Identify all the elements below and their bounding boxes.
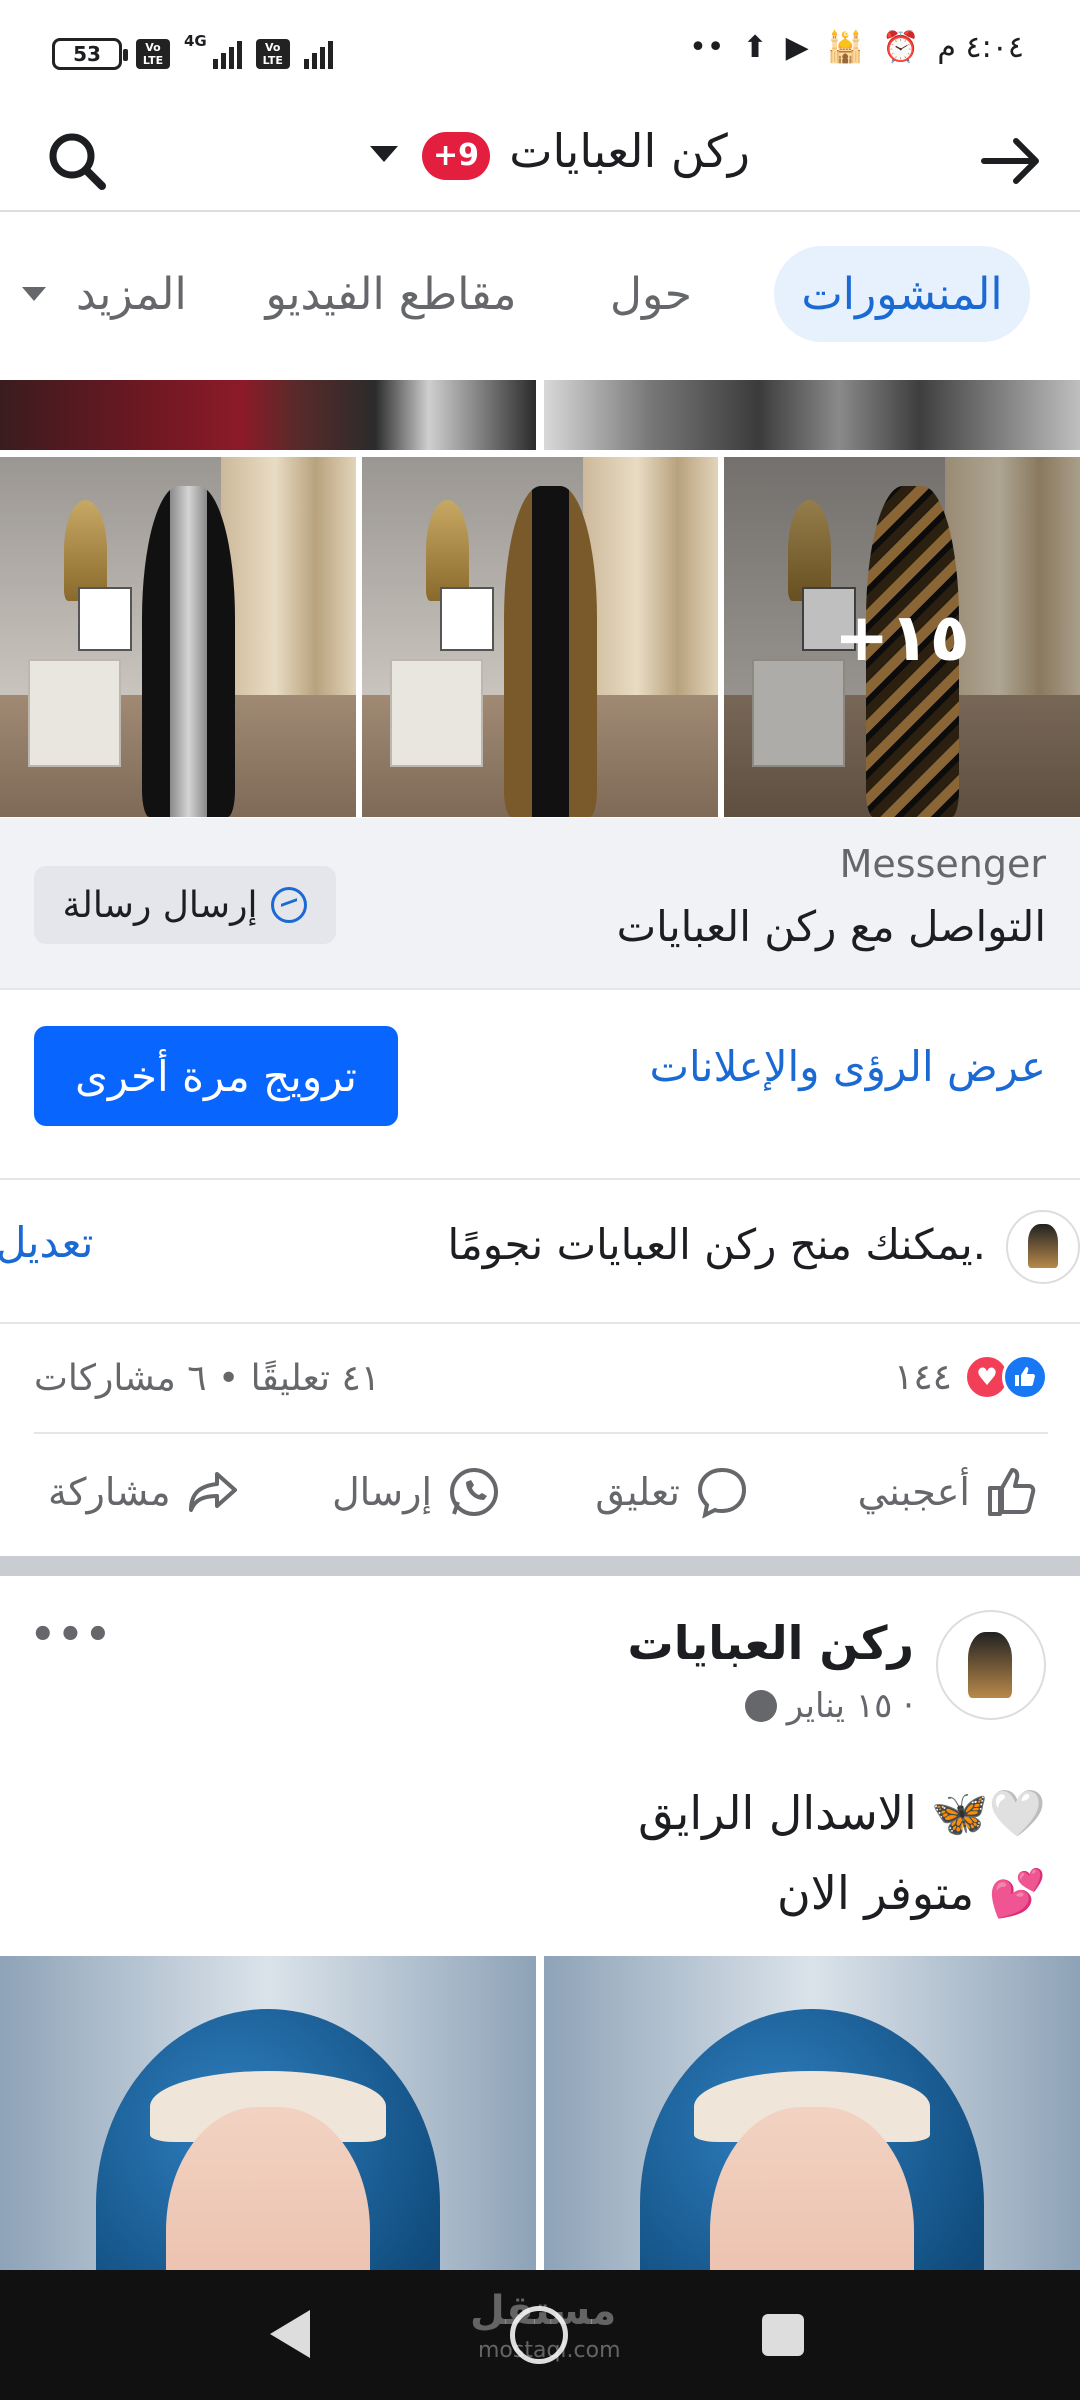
tab-posts[interactable]: المنشورات <box>774 246 1030 342</box>
clock: ٤:٠٤ م <box>937 30 1024 65</box>
signal-icon <box>212 39 242 69</box>
volte-icon: Vo LTE <box>136 39 170 69</box>
whatsapp-icon <box>450 1468 498 1516</box>
like-label: أعجبني <box>857 1470 970 1514</box>
post-photo[interactable] <box>0 380 536 450</box>
comments-shares-count[interactable]: ٤١ تعليقًا • ٦ مشاركات <box>34 1358 380 1399</box>
post-author-avatar[interactable] <box>936 1610 1046 1720</box>
messenger-subtitle: التواصل مع ركن العبايات <box>616 902 1046 951</box>
status-right: •• ⬆ ▶ 🕌 ⏰ ٤:٠٤ م <box>689 30 1024 65</box>
battery-indicator: 53 <box>52 38 128 70</box>
page-header: ركن العبايات +9 <box>0 110 1080 212</box>
page-tabs: المنشورات حول مقاطع الفيديو المزيد <box>0 214 1080 380</box>
like-icon <box>988 1468 1036 1516</box>
post-date-text: ١٥ يناير · <box>786 1686 914 1726</box>
tab-more-label: المزيد <box>76 268 187 320</box>
status-bar: 53 Vo LTE 4G Vo LTE •• ⬆ ▶ 🕌 ⏰ ٤:٠٤ م <box>0 0 1080 110</box>
like-button[interactable]: أعجبني <box>858 1464 1040 1520</box>
post-photo[interactable] <box>544 380 1080 450</box>
comment-button[interactable]: تعليق <box>595 1464 750 1520</box>
tab-videos[interactable]: مقاطع الفيديو <box>246 246 536 342</box>
send-message-button[interactable]: إرسال رسالة <box>34 866 336 944</box>
globe-icon <box>744 1690 777 1722</box>
post-author-name[interactable]: ركن العبايات <box>628 1616 914 1670</box>
mosque-icon: 🕌 <box>826 30 865 65</box>
more-photos-count: +١٥ <box>724 457 1080 817</box>
share-label: مشاركة <box>48 1470 171 1514</box>
network-type: 4G <box>184 32 207 50</box>
tab-about[interactable]: حول <box>586 246 716 342</box>
comment-icon <box>697 1467 747 1519</box>
photo-strip-top <box>0 380 1080 450</box>
whatsapp-send-button[interactable]: إرسال <box>332 1464 502 1520</box>
post-photo[interactable]: +١٥ <box>724 457 1080 817</box>
reactions-summary: ♥ ١٤٤ ٤١ تعليقًا • ٦ مشاركات <box>34 1324 1048 1434</box>
nav-recents-icon[interactable] <box>762 2314 804 2356</box>
edit-stars-link[interactable]: تعديل <box>0 1218 94 1267</box>
feed-divider <box>0 1556 1080 1576</box>
boost-again-button[interactable]: ترويج مرة أخرى <box>34 1026 398 1126</box>
tab-more[interactable]: المزيد <box>22 246 202 342</box>
post-photo[interactable] <box>0 457 356 817</box>
reaction-count: ١٤٤ <box>893 1356 952 1398</box>
like-reaction-icon <box>1002 1354 1048 1400</box>
reaction-icons[interactable]: ♥ ١٤٤ <box>894 1354 1048 1400</box>
post-menu-icon[interactable]: ••• <box>30 1612 113 1658</box>
volte-icon-2: Vo LTE <box>255 39 290 69</box>
system-nav-bar: مستقل mostaql.com <box>0 2270 1080 2400</box>
watermark: مستقل <box>470 2288 617 2334</box>
post-date[interactable]: ١٥ يناير · <box>744 1686 914 1726</box>
play-icon: ▶ <box>785 30 809 65</box>
insights-row: عرض الرؤى والإعلانات ترويج مرة أخرى <box>0 990 1080 1180</box>
send-label: إرسال <box>332 1470 432 1514</box>
search-icon[interactable] <box>44 128 110 194</box>
post-photo[interactable] <box>362 457 718 817</box>
share-icon <box>188 1472 237 1512</box>
back-arrow-icon[interactable] <box>976 126 1046 196</box>
status-left: 53 Vo LTE 4G Vo LTE <box>52 32 333 70</box>
alarm-icon: ⏰ <box>882 30 920 65</box>
messenger-section: Messenger التواصل مع ركن العبايات إرسال … <box>0 818 1080 990</box>
stars-row: يمكنك منح ركن العبايات نجومًا. تعديل <box>0 1180 1080 1324</box>
page-title[interactable]: ركن العبايات <box>509 124 750 178</box>
view-insights-link[interactable]: عرض الرؤى والإعلانات <box>649 1042 1046 1091</box>
chevron-down-icon[interactable] <box>370 146 398 162</box>
photo-grid: +١٥ <box>0 457 1080 817</box>
messenger-icon <box>271 887 308 923</box>
dropdown-caret-icon <box>22 287 46 301</box>
nav-back-icon[interactable] <box>270 2310 310 2358</box>
post-text-line: الاسدال الرايق 🦋🤍 <box>638 1786 1046 1840</box>
overflow-dots-icon: •• <box>689 30 725 65</box>
signal-icon-2 <box>303 39 333 69</box>
page-avatar <box>1006 1210 1080 1284</box>
share-button[interactable]: مشاركة <box>48 1464 241 1520</box>
upload-icon: ⬆ <box>742 30 768 65</box>
send-message-label: إرسال رسالة <box>62 884 258 926</box>
comment-label: تعليق <box>595 1470 680 1514</box>
stars-prompt: يمكنك منح ركن العبايات نجومًا. <box>447 1220 986 1269</box>
post-text-line: متوفر الان 💕 <box>777 1866 1046 1920</box>
messenger-label: Messenger <box>839 842 1046 886</box>
notification-badge: +9 <box>422 132 491 180</box>
post-actions: أعجبني تعليق إرسال مشاركة <box>0 1436 1080 1556</box>
watermark-url: mostaql.com <box>478 2338 621 2363</box>
